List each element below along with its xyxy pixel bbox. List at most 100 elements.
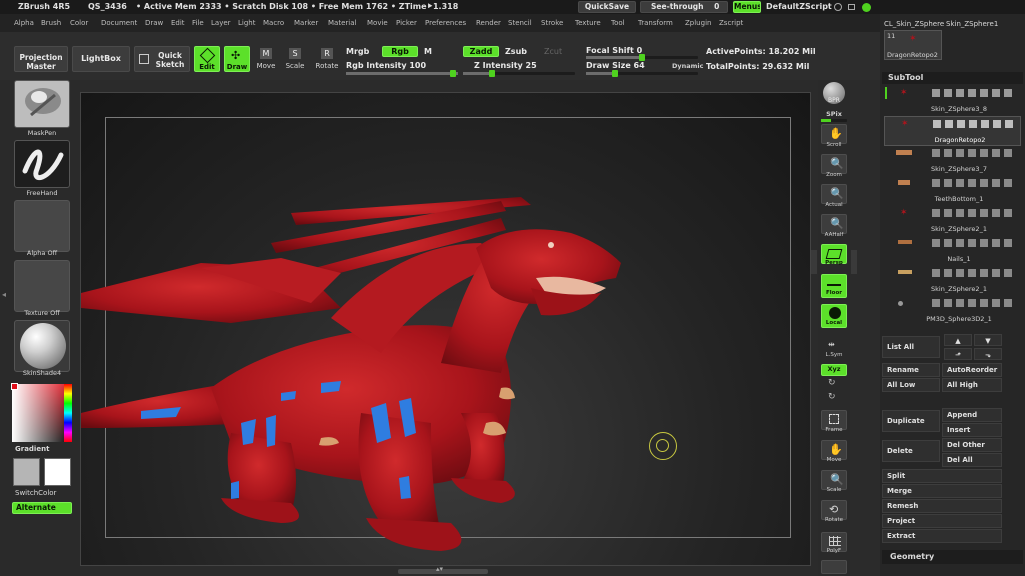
- menu-light[interactable]: Light: [238, 14, 255, 32]
- menu-marker[interactable]: Marker: [294, 14, 318, 32]
- zoom-button[interactable]: 🔍: [821, 154, 847, 174]
- subtool-visibility-icons[interactable]: [932, 179, 1016, 187]
- rename-button[interactable]: Rename: [882, 363, 940, 377]
- focal-shift-slider[interactable]: [586, 54, 698, 61]
- zsub-button[interactable]: Zsub: [505, 47, 527, 56]
- move-down-arrow-icon[interactable]: ▼: [974, 334, 1002, 346]
- canvas-viewport[interactable]: [80, 92, 811, 566]
- lightbox-button[interactable]: LightBox: [72, 46, 130, 72]
- default-zscript-button[interactable]: DefaultZScript: [766, 0, 832, 14]
- secondary-color-swatch[interactable]: [13, 458, 40, 486]
- scroll-button[interactable]: ✋: [821, 124, 847, 144]
- color-picker[interactable]: [11, 383, 72, 442]
- texture-thumbnail[interactable]: [14, 260, 70, 312]
- project-button[interactable]: Project: [882, 514, 1002, 528]
- menu-brush[interactable]: Brush: [41, 14, 61, 32]
- subtool-item[interactable]: ✶ Skin_ZSphere2_1: [884, 206, 1021, 236]
- subtool-visibility-icons[interactable]: [932, 89, 1016, 97]
- gradient-label[interactable]: Gradient: [15, 445, 49, 453]
- del-all-button[interactable]: Del All: [942, 453, 1002, 467]
- alpha-thumbnail[interactable]: [14, 200, 70, 252]
- subtool-item-selected[interactable]: ✶ DragonRetopo2: [884, 116, 1021, 146]
- left-tray-arrow-icon[interactable]: ◂: [2, 290, 8, 302]
- duplicate-button[interactable]: Duplicate: [882, 410, 940, 432]
- subtool-visibility-icons[interactable]: [932, 299, 1016, 307]
- menu-document[interactable]: Document: [101, 14, 137, 32]
- draw-size-slider[interactable]: [586, 70, 698, 77]
- subtool-item[interactable]: Nails_1: [884, 236, 1021, 266]
- menu-macro[interactable]: Macro: [263, 14, 284, 32]
- subtool-visibility-icons[interactable]: [932, 269, 1016, 277]
- draw-button[interactable]: ✣ Draw: [224, 46, 250, 72]
- menu-texture[interactable]: Texture: [575, 14, 601, 32]
- scale-button[interactable]: S Scale: [283, 46, 307, 72]
- dragon-model[interactable]: [81, 93, 811, 566]
- remesh-button[interactable]: Remesh: [882, 499, 1002, 513]
- zcut-button[interactable]: Zcut: [544, 47, 562, 56]
- menu-preferences[interactable]: Preferences: [425, 14, 466, 32]
- m-button[interactable]: M: [424, 47, 432, 56]
- focal-shift-knob[interactable]: [639, 54, 645, 61]
- window-icon[interactable]: [848, 4, 855, 10]
- z-intensity-slider[interactable]: [463, 70, 575, 77]
- stroke-thumbnail[interactable]: [14, 140, 70, 188]
- extract-button[interactable]: Extract: [882, 529, 1002, 543]
- move-button[interactable]: M Move: [254, 46, 278, 72]
- menu-picker[interactable]: Picker: [396, 14, 417, 32]
- merge-button[interactable]: Merge: [882, 484, 1002, 498]
- menu-material[interactable]: Material: [328, 14, 356, 32]
- menu-layer[interactable]: Layer: [211, 14, 231, 32]
- append-button[interactable]: Append: [942, 408, 1002, 422]
- all-high-button[interactable]: All High: [942, 378, 1002, 392]
- autoreorder-button[interactable]: AutoReorder: [942, 363, 1002, 377]
- edit-button[interactable]: Edit: [194, 46, 220, 72]
- menu-tool[interactable]: Tool: [611, 14, 625, 32]
- menu-zscript[interactable]: Zscript: [719, 14, 743, 32]
- bottom-tray-arrow-icon[interactable]: ▴▾: [436, 565, 443, 573]
- tool-skin-zsphere1[interactable]: Skin_ZSphere1: [946, 20, 1020, 28]
- menu-transform[interactable]: Transform: [638, 14, 673, 32]
- menu-zplugin[interactable]: Zplugin: [685, 14, 711, 32]
- main-color-swatch[interactable]: [44, 458, 71, 486]
- menus-button[interactable]: Menus: [733, 1, 761, 13]
- geometry-header[interactable]: Geometry: [882, 550, 1023, 564]
- del-other-button[interactable]: Del Other: [942, 438, 1002, 452]
- menu-color[interactable]: Color: [70, 14, 88, 32]
- list-all-button[interactable]: List All: [882, 336, 940, 358]
- dynamic-toggle[interactable]: Dynamic: [672, 62, 704, 70]
- subtool-visibility-icons[interactable]: [932, 149, 1016, 157]
- help-icon[interactable]: [834, 3, 842, 11]
- aahalf-button[interactable]: 🔍: [821, 214, 847, 234]
- insert-button[interactable]: Insert: [942, 423, 1002, 437]
- subtool-item[interactable]: Skin_ZSphere3_7: [884, 146, 1021, 176]
- transp-button[interactable]: [821, 560, 847, 574]
- subtool-visibility-icons[interactable]: [933, 120, 1017, 128]
- menu-render[interactable]: Render: [476, 14, 501, 32]
- delete-button[interactable]: Delete: [882, 440, 940, 462]
- material-thumbnail[interactable]: [14, 320, 70, 372]
- rotate-axis-icon[interactable]: ↻: [828, 378, 840, 390]
- move-up-arrow-icon[interactable]: ▲: [944, 334, 972, 346]
- draw-size-knob[interactable]: [612, 70, 618, 77]
- spix-slider[interactable]: [821, 119, 847, 122]
- rgb-button[interactable]: Rgb: [382, 46, 418, 57]
- all-low-button[interactable]: All Low: [882, 378, 940, 392]
- mrgb-button[interactable]: Mrgb: [346, 47, 369, 56]
- zadd-button[interactable]: Zadd: [463, 46, 499, 57]
- brush-thumbnail[interactable]: [14, 80, 70, 128]
- subtool-item[interactable]: ✶ Skin_ZSphere3_8: [884, 86, 1021, 116]
- spix-label[interactable]: SPix: [818, 110, 850, 118]
- rgb-intensity-knob[interactable]: [450, 70, 456, 77]
- right-divider-handle[interactable]: [811, 250, 817, 274]
- menu-movie[interactable]: Movie: [367, 14, 388, 32]
- move-down-to-bottom-icon[interactable]: ⬎: [974, 348, 1002, 360]
- subtool-header[interactable]: SubTool: [882, 72, 1023, 84]
- hue-strip[interactable]: [64, 384, 72, 442]
- xyz-button[interactable]: Xyz: [821, 364, 847, 376]
- split-button[interactable]: Split: [882, 469, 1002, 483]
- projection-master-button[interactable]: Projection Master: [14, 46, 68, 72]
- quicksave-button[interactable]: QuickSave: [578, 1, 636, 13]
- right-tray-handle[interactable]: [851, 250, 857, 274]
- subtool-item[interactable]: Skin_ZSphere2_1: [884, 266, 1021, 296]
- current-tool-thumbnail[interactable]: 11 ✶ DragonRetopo2: [884, 30, 942, 60]
